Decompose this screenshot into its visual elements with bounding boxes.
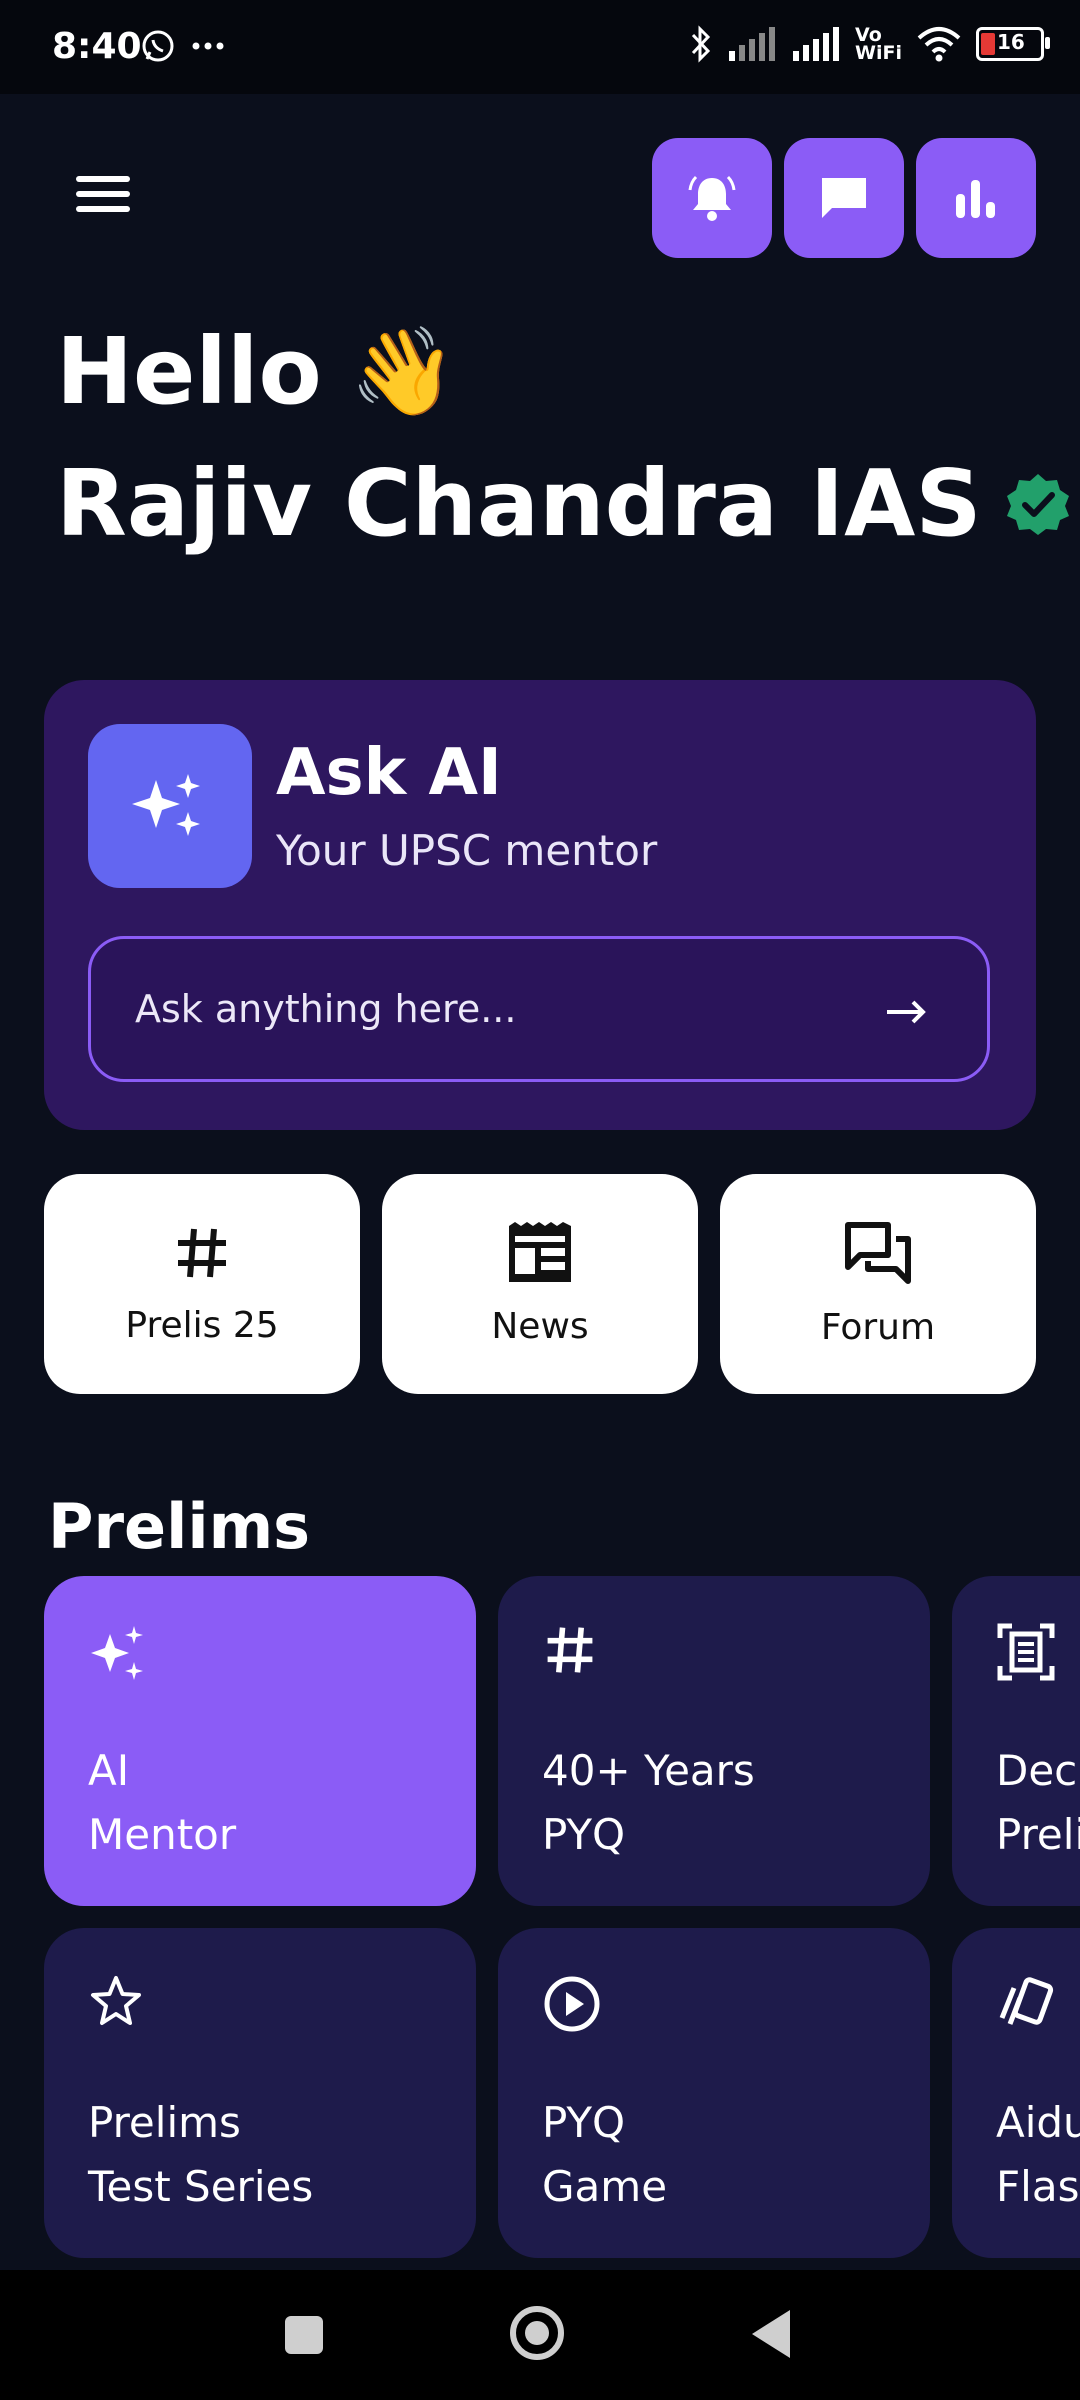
system-nav-bar	[0, 2270, 1080, 2400]
quick-links: Prelis 25 News Forum	[44, 1174, 1036, 1394]
card-title-line2: Game	[542, 2162, 668, 2211]
messages-button[interactable]	[784, 138, 904, 258]
home-button[interactable]	[510, 2306, 564, 2360]
quick-link-label: News	[491, 1305, 589, 1347]
stats-icon	[956, 180, 995, 218]
arrow-right-icon[interactable]	[883, 989, 929, 1035]
hashtag-icon	[178, 1228, 226, 1277]
ask-ai-card[interactable]: Ask AI Your UPSC mentor Ask anything her…	[44, 680, 1036, 1130]
battery-level: 16	[997, 30, 1025, 54]
play-circle-icon	[544, 1976, 600, 2032]
quick-link-forum[interactable]: Forum	[720, 1174, 1036, 1394]
whatsapp-icon	[142, 30, 174, 62]
quick-link-label: Prelis 25	[125, 1304, 279, 1346]
notifications-button[interactable]	[652, 138, 772, 258]
card-title-line2: Preli	[996, 1810, 1080, 1859]
card-title-line1: PYQ	[542, 2098, 626, 2147]
signal-icon	[793, 27, 840, 61]
bell-icon	[688, 175, 736, 221]
card-title-line1: 40+ Years	[542, 1746, 755, 1795]
back-button[interactable]	[752, 2310, 790, 2358]
ask-ai-subtitle: Your UPSC mentor	[276, 826, 658, 875]
menu-icon[interactable]	[76, 176, 130, 220]
greeting-text: Hello	[56, 318, 322, 425]
card-title-line2: Flas	[996, 2162, 1080, 2211]
ask-ai-title: Ask AI	[276, 736, 502, 810]
greeting: Hello 👋	[56, 318, 457, 425]
ai-badge	[88, 724, 252, 888]
user-name: Rajiv Chandra IAS	[56, 450, 982, 557]
more-dots-icon	[192, 42, 224, 50]
card-pyq-game[interactable]: PYQ Game	[498, 1928, 930, 2258]
section-title: Prelims	[48, 1490, 311, 1563]
chat-icon	[822, 178, 866, 218]
card-prelims-test-series[interactable]: Prelims Test Series	[44, 1928, 476, 2258]
status-bar: 8:40 Vo WiFi 16	[0, 0, 1080, 94]
sparkle-icon	[91, 1626, 143, 1680]
card-title-line2: Test Series	[88, 2162, 314, 2211]
header-actions	[652, 138, 1036, 258]
card-decoded-prelims[interactable]: Dec Preli	[952, 1576, 1080, 1906]
signal-icon	[729, 27, 776, 61]
newspaper-icon	[509, 1221, 571, 1282]
star-icon	[91, 1976, 141, 2025]
card-ai-mentor[interactable]: AI Mentor	[44, 1576, 476, 1906]
quick-link-prelis[interactable]: Prelis 25	[44, 1174, 360, 1394]
sparkle-icon	[132, 774, 200, 836]
card-title-line1: Dec	[996, 1746, 1078, 1795]
ask-ai-placeholder: Ask anything here...	[135, 987, 517, 1031]
card-title-line1: AI	[88, 1746, 130, 1795]
card-title-line2: PYQ	[542, 1810, 626, 1859]
recents-button[interactable]	[285, 2316, 323, 2354]
verified-badge-icon	[1006, 473, 1069, 535]
user-name-row: Rajiv Chandra IAS	[56, 450, 1070, 557]
document-scan-icon	[997, 1623, 1055, 1681]
ask-ai-input[interactable]: Ask anything here...	[88, 936, 990, 1082]
card-aidu-flashcards[interactable]: Aidu Flas	[952, 1928, 1080, 2258]
stats-button[interactable]	[916, 138, 1036, 258]
card-pyq-years[interactable]: 40+ Years PYQ	[498, 1576, 930, 1906]
wave-emoji: 👋	[349, 322, 457, 422]
quick-link-news[interactable]: News	[382, 1174, 698, 1394]
card-title-line1: Prelims	[88, 2098, 241, 2147]
wifi-icon	[917, 27, 961, 62]
card-title-line1: Aidu	[996, 2098, 1080, 2147]
bluetooth-icon	[691, 25, 711, 63]
prelims-grid: AI Mentor 40+ Years PYQ Dec Preli Prelim…	[0, 1570, 1080, 2270]
vowifi-icon: Vo WiFi	[855, 24, 902, 64]
cards-icon	[999, 1977, 1054, 2025]
card-title-line2: Mentor	[88, 1810, 237, 1859]
battery-icon: 16	[976, 27, 1050, 61]
status-time: 8:40	[52, 26, 142, 67]
hashtag-icon	[547, 1627, 593, 1673]
forum-icon	[845, 1221, 911, 1284]
quick-link-label: Forum	[820, 1306, 936, 1348]
